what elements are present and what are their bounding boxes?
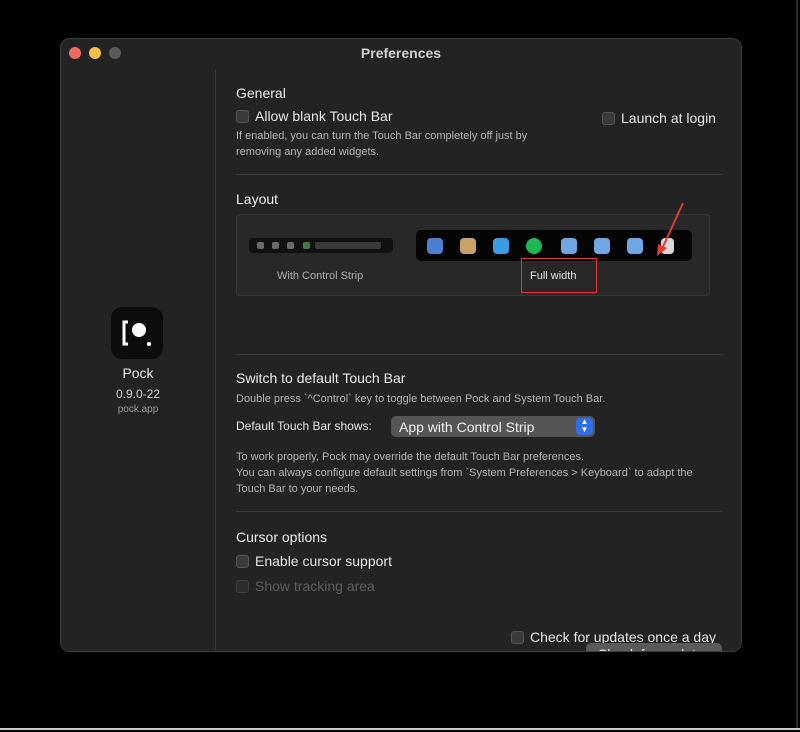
preferences-content: General Allow blank Touch Bar Launch at … [216,69,741,651]
show-tracking-area-checkbox: Show tracking area [236,578,375,594]
window-title: Preferences [360,45,442,61]
sidebar: Pock 0.9.0-22 pock.app [61,69,216,651]
enable-cursor-label: Enable cursor support [255,553,392,569]
check-for-updates-button[interactable]: Check for updates [586,643,722,651]
default-touchbar-select[interactable]: App with Control Strip ▲ ▼ [391,416,595,437]
launch-at-login-checkbox[interactable]: Launch at login [602,110,716,126]
folder-icon [594,238,610,254]
layout-option-label: With Control Strip [277,270,364,282]
note-line: Touch Bar to your needs. [236,483,359,495]
allow-blank-touchbar-checkbox[interactable]: Allow blank Touch Bar [236,108,392,124]
screen-edge-bottom [0,728,800,730]
checkbox-box[interactable] [236,554,249,568]
note-line: To work properly, Pock may override the … [236,451,585,463]
app-name: Pock [122,365,154,381]
checkbox-box [236,579,249,593]
app-website: pock.app [117,404,159,415]
separator [236,354,722,355]
note-line: You can always configure default setting… [236,467,693,479]
layout-options: With Control Strip Full width [236,214,710,296]
finder-icon [427,238,443,254]
general-description: If enabled, you can turn the Touch Bar c… [236,128,527,160]
app-version: 0.9.0-22 [115,387,161,401]
telegram-icon [493,238,509,254]
allow-blank-label: Allow blank Touch Bar [255,108,393,124]
show-tracking-area-label: Show tracking area [255,578,375,594]
checkbox-box[interactable] [602,111,615,125]
separator [236,511,722,512]
switch-default-note: To work properly, Pock may override the … [236,449,693,497]
launch-at-login-label: Launch at login [621,110,716,126]
enable-cursor-checkbox[interactable]: Enable cursor support [236,553,392,569]
photos-icon [460,238,476,254]
spotify-icon [526,238,542,254]
chevron-updown-icon: ▲ ▼ [576,418,593,435]
switch-default-hint: Double press `^Control` key to toggle be… [236,393,606,405]
separator [236,174,722,175]
cursor-heading: Cursor options [236,529,328,545]
layout-option-control-strip[interactable] [249,238,393,253]
layout-option-label: Full width [530,270,577,282]
general-description-line: If enabled, you can turn the Touch Bar c… [236,130,528,142]
preferences-window: Preferences Pock 0.9.0-22 pock.app Gener… [60,38,742,652]
general-heading: General [236,85,286,101]
checkbox-box[interactable] [511,630,524,644]
screen-edge [796,0,798,728]
default-touchbar-value: App with Control Strip [399,418,535,435]
pock-app-icon [111,307,163,359]
general-description-line: removing any added widgets. [236,146,380,158]
default-touchbar-label: Default Touch Bar shows: [236,419,372,433]
title-bar: Preferences [61,39,741,69]
switch-default-heading: Switch to default Touch Bar [236,370,406,386]
layout-heading: Layout [236,191,279,207]
annotation-arrow [657,202,684,256]
checkbox-box[interactable] [236,109,249,123]
folder-icon [561,238,577,254]
